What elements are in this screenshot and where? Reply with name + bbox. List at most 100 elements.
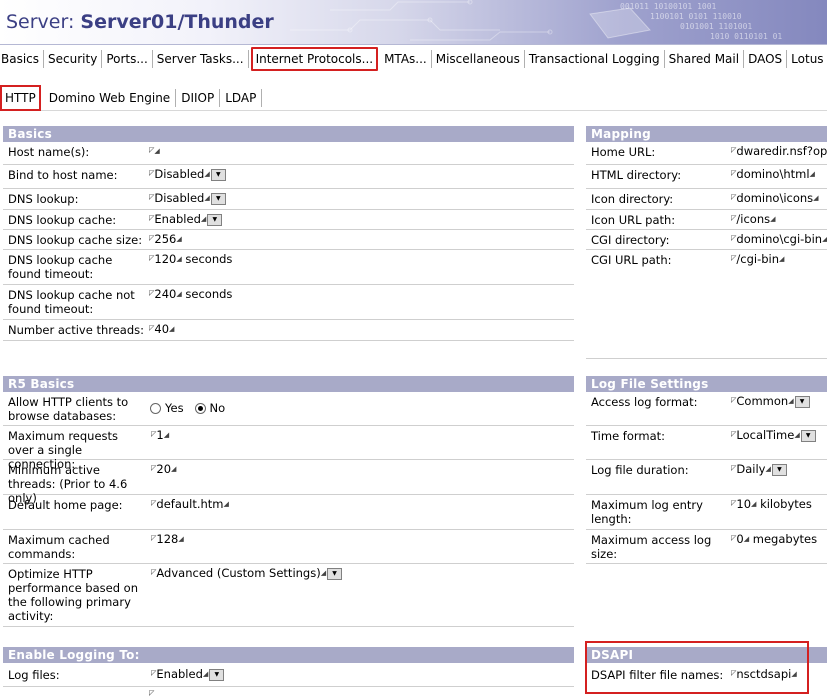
form-row: Maximum log entry length: ◸10◢ kilobytes xyxy=(586,495,827,530)
icon-directory-field[interactable]: ◸domino\icons◢ xyxy=(731,191,819,205)
field-label: Default home page: xyxy=(8,498,123,512)
mapping-section-title: Mapping xyxy=(586,126,827,142)
subtab-ldap[interactable]: LDAP xyxy=(220,88,263,107)
form-row: Home URL: ◸dwaredir.nsf?op xyxy=(586,142,827,165)
time-format-field[interactable]: ◸LocalTime◢ ▼ xyxy=(731,428,816,442)
radio-no-label: No xyxy=(209,401,226,415)
form-row: DNS lookup: ◸Disabled◢ ▼ xyxy=(3,189,574,210)
svg-text:0101001 1101001: 0101001 1101001 xyxy=(680,22,752,31)
tab-basics[interactable]: Basics xyxy=(0,50,45,68)
dropdown-arrow-icon[interactable]: ▼ xyxy=(210,168,226,181)
subtab-http[interactable]: HTTP xyxy=(0,84,41,111)
form-row: Number active threads: ◸40◢ xyxy=(3,320,574,341)
dropdown-arrow-icon[interactable]: ▼ xyxy=(207,213,223,226)
enable-logging-section-title: Enable Logging To: xyxy=(3,647,574,663)
dns-cache-found-timeout-field[interactable]: ◸120◢ seconds xyxy=(149,252,232,266)
tab-daos[interactable]: DAOS xyxy=(744,50,788,68)
form-row: Bind to host name: ◸Disabled◢ ▼ xyxy=(3,165,574,189)
tab-internet-protocols[interactable]: Internet Protocols... xyxy=(250,47,379,71)
r5-basics-section-title: R5 Basics xyxy=(3,376,574,392)
log-files-field[interactable]: ◸Enabled◢ ▼ xyxy=(151,667,225,681)
form-row: Access log format: ◸Common◢ ▼ xyxy=(586,392,827,426)
tab-server-tasks[interactable]: Server Tasks... xyxy=(153,50,249,68)
field-label: Time format: xyxy=(591,429,666,443)
log-file-settings-section: Log File Settings Access log format: ◸Co… xyxy=(586,376,827,564)
tab-security[interactable]: Security xyxy=(44,50,103,68)
form-row: Default home page: ◸default.htm◢ xyxy=(3,495,574,530)
tab-miscellaneous[interactable]: Miscellaneous xyxy=(432,50,525,68)
field-label: DNS lookup cache not found timeout: xyxy=(8,288,135,316)
mapping-section: Mapping Home URL: ◸dwaredir.nsf?op HTML … xyxy=(586,126,827,359)
field-label: Maximum log entry length: xyxy=(591,498,703,526)
radio-no[interactable] xyxy=(194,403,206,414)
dropdown-arrow-icon[interactable]: ▼ xyxy=(771,463,787,476)
max-log-entry-length-field[interactable]: ◸10◢ kilobytes xyxy=(731,497,812,511)
max-access-log-size-field[interactable]: ◸0◢ megabytes xyxy=(731,532,817,546)
dns-lookup-field[interactable]: ◸Disabled◢ ▼ xyxy=(149,191,226,205)
field-label: Host name(s): xyxy=(8,145,90,159)
bind-host-name-field[interactable]: ◸Disabled◢ ▼ xyxy=(149,167,226,181)
field-label: CGI URL path: xyxy=(591,253,672,267)
dropdown-arrow-icon[interactable]: ▼ xyxy=(210,192,226,205)
log-settings-section-title: Log File Settings xyxy=(586,376,827,392)
form-row: Allow HTTP clients to browse databases: … xyxy=(3,392,574,426)
field-label: Log files: xyxy=(8,668,60,682)
form-row: DNS lookup cache not found timeout: ◸240… xyxy=(3,285,574,320)
form-row: DNS lookup cache found timeout: ◸120◢ se… xyxy=(3,250,574,285)
field-label: Access log format: xyxy=(591,395,698,409)
field-label: Maximum cached commands: xyxy=(8,533,110,561)
dropdown-arrow-icon[interactable]: ▼ xyxy=(327,567,343,580)
host-names-field[interactable]: ◸◢ xyxy=(149,144,160,158)
tab-lotus-traveler[interactable]: Lotus Traveler xyxy=(787,50,827,68)
circuit-banner-graphic: 001011 10100101 1001 1100101 0101 110010… xyxy=(290,0,782,41)
form-row: Optimize HTTP performance based on the f… xyxy=(3,564,574,627)
max-requests-field[interactable]: ◸1◢ xyxy=(151,428,169,442)
active-threads-field[interactable]: ◸40◢ xyxy=(149,322,174,336)
server-name: Server01/Thunder xyxy=(80,11,274,33)
max-cached-commands-field[interactable]: ◸128◢ xyxy=(151,532,184,546)
optimize-performance-field[interactable]: ◸Advanced (Custom Settings)◢ ▼ xyxy=(151,566,343,580)
default-home-page-field[interactable]: ◸default.htm◢ xyxy=(151,497,229,511)
dns-cache-size-field[interactable]: ◸256◢ xyxy=(149,232,182,246)
svg-text:1010 0110101 01: 1010 0110101 01 xyxy=(710,32,782,41)
field-label: Allow HTTP clients to browse databases: xyxy=(8,395,129,423)
field-label: DNS lookup cache: xyxy=(8,213,117,227)
min-active-threads-field[interactable]: ◸20◢ xyxy=(151,462,176,476)
subtab-diiop[interactable]: DIIOP xyxy=(176,88,221,107)
tab-transactional-logging[interactable]: Transactional Logging xyxy=(525,50,665,68)
dropdown-arrow-icon[interactable]: ▼ xyxy=(794,395,810,408)
field-label: Home URL: xyxy=(591,145,656,159)
tab-ports[interactable]: Ports... xyxy=(102,50,153,68)
field-label: HTML directory: xyxy=(591,168,682,182)
window-header: 001011 10100101 1001 1100101 0101 110010… xyxy=(0,0,827,45)
cgi-directory-field[interactable]: ◸domino\cgi-bin◢ xyxy=(731,232,827,246)
unit-label: seconds xyxy=(185,287,233,301)
form-row: Log files: ◸Enabled◢ ▼ xyxy=(3,663,574,687)
radio-yes-label: Yes xyxy=(165,401,184,415)
cgi-url-path-field[interactable]: ◸/cgi-bin◢ xyxy=(731,252,784,266)
home-url-field[interactable]: ◸dwaredir.nsf?op xyxy=(731,144,827,158)
dropdown-arrow-icon[interactable]: ▼ xyxy=(209,668,225,681)
dns-cache-not-found-timeout-field[interactable]: ◸240◢ seconds xyxy=(149,287,232,301)
radio-yes[interactable] xyxy=(150,403,161,414)
field-label: Icon URL path: xyxy=(591,213,676,227)
main-tab-bar: Basics Security Ports... Server Tasks...… xyxy=(0,47,827,71)
html-directory-field[interactable]: ◸domino\html◢ xyxy=(731,167,815,181)
subtab-domino-web-engine[interactable]: Domino Web Engine xyxy=(44,88,177,107)
dsapi-highlight-box xyxy=(585,641,809,694)
field-label: DNS lookup cache found timeout: xyxy=(8,253,113,281)
access-log-format-field[interactable]: ◸Common◢ ▼ xyxy=(731,394,810,408)
field-label: Maximum access log size: xyxy=(591,533,712,561)
field-label: Log file duration: xyxy=(591,463,689,477)
form-row: Maximum cached commands: ◸128◢ xyxy=(3,530,574,564)
form-row: Minimum active threads: (Prior to 4.6 on… xyxy=(3,460,574,505)
dns-lookup-cache-field[interactable]: ◸Enabled◢ ▼ xyxy=(149,212,223,226)
tab-shared-mail[interactable]: Shared Mail xyxy=(665,50,745,68)
dropdown-arrow-icon[interactable]: ▼ xyxy=(800,429,816,442)
tab-mtas[interactable]: MTAs... xyxy=(380,50,432,68)
allow-browse-radio-group: Yes No xyxy=(150,401,225,415)
log-file-duration-field[interactable]: ◸Daily◢ ▼ xyxy=(731,462,787,476)
icon-url-path-field[interactable]: ◸/icons◢ xyxy=(731,212,776,226)
form-row: DNS lookup cache size: ◸256◢ xyxy=(3,230,574,250)
field-label: CGI directory: xyxy=(591,233,670,247)
